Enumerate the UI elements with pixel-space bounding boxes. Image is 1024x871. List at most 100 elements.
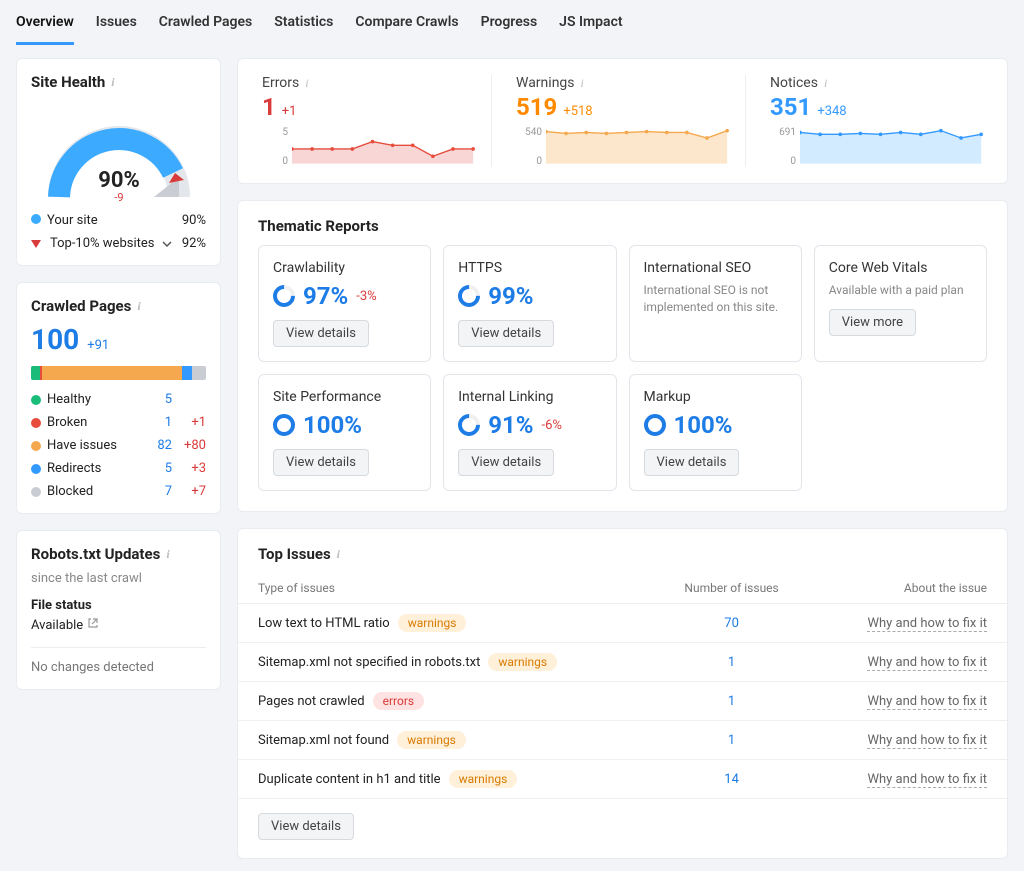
info-icon[interactable]: i xyxy=(305,76,308,91)
warnings-metric[interactable]: Warningsi 519+518 5400 xyxy=(491,75,745,167)
robots-sub: since the last crawl xyxy=(31,571,206,586)
issue-count[interactable]: 1 xyxy=(650,721,813,760)
health-gauge: 90% -9 xyxy=(31,99,206,213)
crawled-pages-card: Crawled Pages i 100 +91 Healthy5Broken1+… xyxy=(16,282,221,514)
fix-link[interactable]: Why and how to fix it xyxy=(867,772,987,788)
report-core-web-vitals: Core Web Vitals Available with a paid pla… xyxy=(814,245,987,362)
errors-metric[interactable]: Errorsi 1+1 50 xyxy=(246,75,491,167)
tab-js-impact[interactable]: JS Impact xyxy=(559,0,622,45)
robots-status[interactable]: Available xyxy=(31,617,206,633)
robots-card: Robots.txt Updates i since the last craw… xyxy=(16,530,221,690)
notices-metric[interactable]: Noticesi 351+348 6910 xyxy=(745,75,999,167)
issue-name[interactable]: Sitemap.xml not foundwarnings xyxy=(238,721,650,760)
report-crawlability: Crawlability97%-3%View details xyxy=(258,245,431,362)
issues-view-details-button[interactable]: View details xyxy=(258,813,354,840)
tab-crawled-pages[interactable]: Crawled Pages xyxy=(159,0,252,45)
report-note: International SEO is not implemented on … xyxy=(644,282,787,316)
col-type: Type of issues xyxy=(238,573,650,604)
thematic-title: Thematic Reports xyxy=(238,201,1007,245)
crawled-row-redirects[interactable]: Redirects5+3 xyxy=(31,461,206,476)
issue-badge: warnings xyxy=(398,614,467,632)
report-title: Internal Linking xyxy=(458,389,601,405)
report-pct: 100% xyxy=(303,411,362,439)
metrics-card: Errorsi 1+1 50 Warningsi 519+518 5400 xyxy=(237,58,1008,184)
tab-compare-crawls[interactable]: Compare Crawls xyxy=(355,0,458,45)
info-icon[interactable]: i xyxy=(111,75,114,90)
report-title: Markup xyxy=(644,389,787,405)
report-button[interactable]: View details xyxy=(644,449,740,476)
svg-text:-9: -9 xyxy=(114,191,123,203)
donut-icon xyxy=(268,280,299,311)
fix-link[interactable]: Why and how to fix it xyxy=(867,694,987,710)
tab-progress[interactable]: Progress xyxy=(481,0,538,45)
main-tabs: Overview Issues Crawled Pages Statistics Com… xyxy=(0,0,1024,46)
crawled-delta: +91 xyxy=(87,338,109,353)
issue-row: Sitemap.xml not specified in robots.txtw… xyxy=(238,643,1007,682)
crawled-total[interactable]: 100 xyxy=(31,323,79,356)
donut-icon xyxy=(454,280,485,311)
report-button[interactable]: View details xyxy=(458,320,554,347)
issues-table: Type of issues Number of issues About th… xyxy=(238,573,1007,799)
chevron-down-icon xyxy=(162,236,172,251)
tab-issues[interactable]: Issues xyxy=(96,0,137,45)
crawled-row-have-issues[interactable]: Have issues82+80 xyxy=(31,438,206,453)
report-button[interactable]: View details xyxy=(273,320,369,347)
issue-row: Pages not crawlederrors1 Why and how to f… xyxy=(238,682,1007,721)
errors-chart: 50 xyxy=(262,127,475,167)
report-title: Core Web Vitals xyxy=(829,260,972,276)
fix-link[interactable]: Why and how to fix it xyxy=(867,733,987,749)
issue-name[interactable]: Sitemap.xml not specified in robots.txtw… xyxy=(238,643,650,682)
site-health-card: Site Health i 90% -9 Your site 90% xyxy=(16,58,221,266)
col-about: About the issue xyxy=(813,573,1007,604)
issue-count[interactable]: 14 xyxy=(650,760,813,799)
info-icon[interactable]: i xyxy=(337,547,340,562)
donut-icon xyxy=(644,414,666,436)
issue-count[interactable]: 70 xyxy=(650,604,813,643)
report-delta: -6% xyxy=(542,418,562,433)
fix-link[interactable]: Why and how to fix it xyxy=(867,616,987,632)
issue-badge: warnings xyxy=(449,770,518,788)
report-title: Site Performance xyxy=(273,389,416,405)
issue-name[interactable]: Pages not crawlederrors xyxy=(238,682,650,721)
report-markup: Markup100%View details xyxy=(629,374,802,491)
issue-count[interactable]: 1 xyxy=(650,643,813,682)
report-title: International SEO xyxy=(644,260,787,276)
info-icon[interactable]: i xyxy=(824,76,827,91)
report-international-seo: International SEO International SEO is no… xyxy=(629,245,802,362)
report-button[interactable]: View more xyxy=(829,309,916,336)
report-pct: 99% xyxy=(488,282,533,310)
issue-badge: warnings xyxy=(488,653,557,671)
issue-name[interactable]: Duplicate content in h1 and titlewarning… xyxy=(238,760,650,799)
issue-name[interactable]: Low text to HTML ratiowarnings xyxy=(238,604,650,643)
external-link-icon xyxy=(87,617,99,633)
donut-icon xyxy=(454,409,485,440)
report-note: Available with a paid plan xyxy=(829,282,972,299)
robots-status-label: File status xyxy=(31,598,206,613)
report-title: HTTPS xyxy=(458,260,601,276)
warnings-chart: 5400 xyxy=(516,127,729,167)
issue-badge: errors xyxy=(373,692,424,710)
issue-count[interactable]: 1 xyxy=(650,682,813,721)
report-button[interactable]: View details xyxy=(273,449,369,476)
triangle-down-icon xyxy=(31,240,41,248)
issue-row: Sitemap.xml not foundwarnings1 Why and ho… xyxy=(238,721,1007,760)
info-icon[interactable]: i xyxy=(137,299,140,314)
fix-link[interactable]: Why and how to fix it xyxy=(867,655,987,671)
issues-card: Top Issues i Type of issues Number of is… xyxy=(237,528,1008,859)
crawled-row-broken[interactable]: Broken1+1 xyxy=(31,415,206,430)
site-health-title: Site Health i xyxy=(31,73,206,91)
notices-chart: 6910 xyxy=(770,127,983,167)
report-internal-linking: Internal Linking91%-6%View details xyxy=(443,374,616,491)
tab-statistics[interactable]: Statistics xyxy=(274,0,333,45)
info-icon[interactable]: i xyxy=(166,547,169,562)
crawled-bar xyxy=(31,366,206,380)
issue-badge: warnings xyxy=(397,731,466,749)
crawled-row-blocked[interactable]: Blocked7+7 xyxy=(31,484,206,499)
report-pct: 97% xyxy=(303,282,348,310)
info-icon[interactable]: i xyxy=(581,76,584,91)
tab-overview[interactable]: Overview xyxy=(16,0,74,45)
crawled-row-healthy[interactable]: Healthy5 xyxy=(31,392,206,407)
top10-row[interactable]: Top-10% websites 92% xyxy=(31,236,206,251)
report-button[interactable]: View details xyxy=(458,449,554,476)
report-title: Crawlability xyxy=(273,260,416,276)
